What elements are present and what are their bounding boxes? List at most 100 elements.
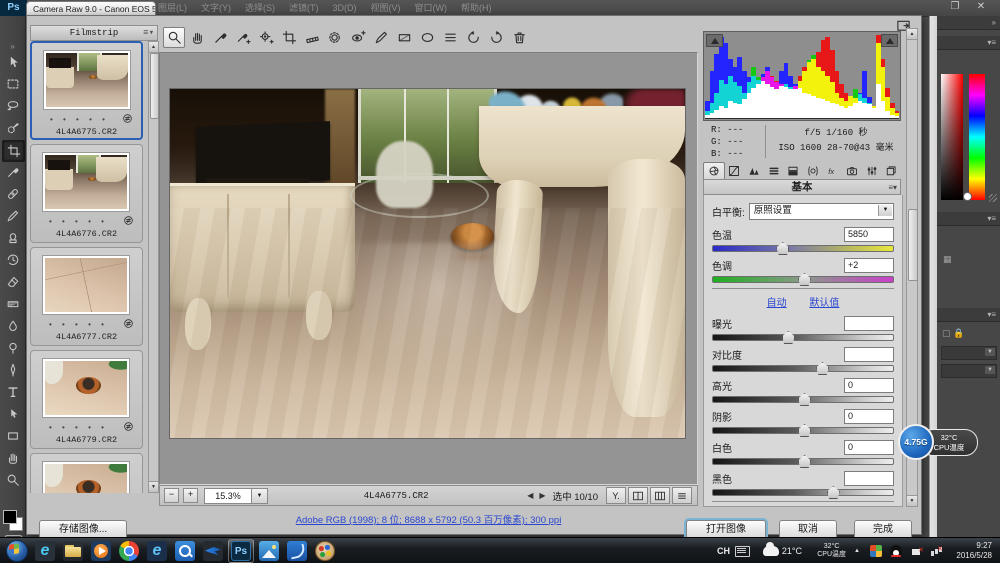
healing-brush-tool[interactable] xyxy=(2,184,23,204)
adjustment-badge-icon[interactable] xyxy=(123,215,134,226)
highlight-clipping-icon[interactable] xyxy=(881,34,898,47)
weather-icon[interactable]: 21°C xyxy=(763,538,802,563)
color-panel-header[interactable]: ▾≡ xyxy=(937,36,1000,50)
layers-panel-header[interactable]: ▾≡ xyxy=(937,308,1000,322)
keyboard-icon[interactable] xyxy=(735,538,750,563)
panel-resize-grip[interactable] xyxy=(989,194,997,202)
adjustment-badge-icon[interactable] xyxy=(123,421,134,432)
filmstrip-header[interactable]: Filmstrip≡▾ xyxy=(30,25,158,41)
white-balance-select[interactable]: 原照设置▼ xyxy=(749,203,894,220)
slider-thumb[interactable] xyxy=(798,455,811,468)
slider-track[interactable] xyxy=(712,334,894,341)
adjustment-badge-icon[interactable] xyxy=(123,318,134,329)
hue-strip[interactable] xyxy=(969,74,985,200)
slider-value-field[interactable] xyxy=(844,347,894,362)
volume-muted-icon[interactable] xyxy=(912,538,922,563)
swatch-grid-icon[interactable]: ▦ xyxy=(943,254,952,265)
tab-split-toning[interactable] xyxy=(783,162,803,180)
tab-snapshots[interactable] xyxy=(881,162,901,180)
gradient-tool[interactable] xyxy=(2,294,23,314)
targeted-adjustment-tool[interactable] xyxy=(255,27,277,48)
zoom-out-button[interactable]: − xyxy=(164,488,179,503)
color-saturation-box[interactable] xyxy=(941,74,963,200)
slider-track[interactable] xyxy=(712,276,894,283)
move-tool[interactable] xyxy=(2,52,23,72)
zoom-in-button[interactable]: + xyxy=(183,488,198,503)
tab-hsl[interactable] xyxy=(764,162,784,180)
blend-mode-select[interactable]: ▼ xyxy=(941,346,997,360)
language-indicator[interactable]: CH xyxy=(717,538,730,563)
brush-tool[interactable] xyxy=(2,206,23,226)
cpu-temp-tray[interactable]: 32°CCPU温度 xyxy=(817,538,846,563)
qq-icon[interactable] xyxy=(890,538,902,563)
filmstrip-item-5[interactable]: • • • • • xyxy=(30,453,143,493)
adjustment-brush-tool[interactable] xyxy=(370,27,392,48)
zoom-tool[interactable] xyxy=(163,27,185,48)
slider-track[interactable] xyxy=(712,365,894,372)
trash-tool[interactable] xyxy=(508,27,530,48)
workflow-options-link[interactable]: Adobe RGB (1998); 8 位; 8688 x 5792 (50.3… xyxy=(296,515,562,526)
slider-thumb[interactable] xyxy=(776,242,789,255)
rotate-right-tool[interactable] xyxy=(485,27,507,48)
slider-track[interactable] xyxy=(712,458,894,465)
taskbar-player-icon[interactable] xyxy=(88,539,114,563)
preview-mode-button[interactable]: Y. xyxy=(606,487,626,504)
preferences-tool[interactable] xyxy=(439,27,461,48)
collapse-panel-icon[interactable]: » xyxy=(0,42,25,51)
scroll-up-icon[interactable]: ▲ xyxy=(907,29,917,40)
slider-value-field[interactable] xyxy=(844,316,894,331)
history-brush-tool[interactable] xyxy=(2,250,23,270)
taskbar-search-icon[interactable] xyxy=(172,539,198,563)
taskbar-ps-icon[interactable]: Ps xyxy=(228,539,254,563)
marquee-tool[interactable] xyxy=(2,74,23,94)
slider-value-field[interactable]: 0 xyxy=(844,409,894,424)
rating-dots[interactable]: • • • • • xyxy=(49,217,108,226)
filmstrip-menu-icon[interactable]: ≡▾ xyxy=(143,26,154,40)
scrollbar-thumb[interactable] xyxy=(150,53,159,119)
hue-cursor[interactable] xyxy=(963,192,972,201)
taskbar-ie-icon[interactable]: e xyxy=(32,539,58,563)
slider-thumb[interactable] xyxy=(798,393,811,406)
taskbar-palette-icon[interactable] xyxy=(312,539,338,563)
opacity-select[interactable]: ▼ xyxy=(941,364,997,378)
filmstrip-item-3[interactable]: • • • • •4L4A6777.CR2 xyxy=(30,247,143,346)
next-image-icon[interactable]: ▶ xyxy=(539,491,545,500)
white-balance-tool[interactable] xyxy=(209,27,231,48)
scrollbar-thumb[interactable] xyxy=(908,209,918,281)
taskbar-folder-icon[interactable] xyxy=(60,539,86,563)
lock-transparent-icon[interactable]: ▢ 🔒 xyxy=(942,328,964,339)
slider-track[interactable] xyxy=(712,245,894,252)
slider-track[interactable] xyxy=(712,427,894,434)
graduated-filter-tool[interactable] xyxy=(393,27,415,48)
taskbar-viewer-icon[interactable] xyxy=(256,539,282,563)
slider-value-field[interactable]: +2 xyxy=(844,258,894,273)
photo-preview[interactable] xyxy=(170,89,685,438)
close-window-icon[interactable]: ✕ xyxy=(968,1,994,12)
preview-swap-button[interactable] xyxy=(650,487,670,504)
crop-tool[interactable] xyxy=(2,140,25,162)
pen-tool[interactable] xyxy=(2,360,23,380)
hand-tool[interactable] xyxy=(186,27,208,48)
taskbar-chrome-icon[interactable] xyxy=(116,539,142,563)
slider-track[interactable] xyxy=(712,396,894,403)
slider-thumb[interactable] xyxy=(827,486,840,499)
zoom-tool[interactable] xyxy=(2,470,23,490)
taskbar-start-icon[interactable] xyxy=(4,539,30,563)
panel-menu-icon[interactable]: ≡▾ xyxy=(888,180,897,195)
taskbar-bluecurve-icon[interactable] xyxy=(284,539,310,563)
filmstrip-item-1[interactable]: • • • • •4L4A6775.CR2 xyxy=(30,41,143,140)
slider-value-field[interactable]: 0 xyxy=(844,440,894,455)
auto-link[interactable]: 自动 xyxy=(767,298,787,309)
clock[interactable]: 9:272016/5/28 xyxy=(956,538,992,563)
scroll-down-icon[interactable]: ▼ xyxy=(907,495,917,506)
slider-value-field[interactable]: 5850 xyxy=(844,227,894,242)
slider-track[interactable] xyxy=(712,489,894,496)
path-select-tool[interactable] xyxy=(2,404,23,424)
scroll-up-icon[interactable]: ▲ xyxy=(149,42,158,53)
dialog-titlebar[interactable]: Camera Raw 9.0 - Canon EOS 5DS R xyxy=(26,1,156,16)
zoom-dropdown-icon[interactable]: ▼ xyxy=(252,488,268,504)
hidden-icons-icon[interactable]: ▲ xyxy=(854,538,860,563)
slider-value-field[interactable]: 0 xyxy=(844,378,894,393)
clone-stamp-tool[interactable] xyxy=(2,228,23,248)
preview-settings-icon[interactable] xyxy=(672,487,692,504)
